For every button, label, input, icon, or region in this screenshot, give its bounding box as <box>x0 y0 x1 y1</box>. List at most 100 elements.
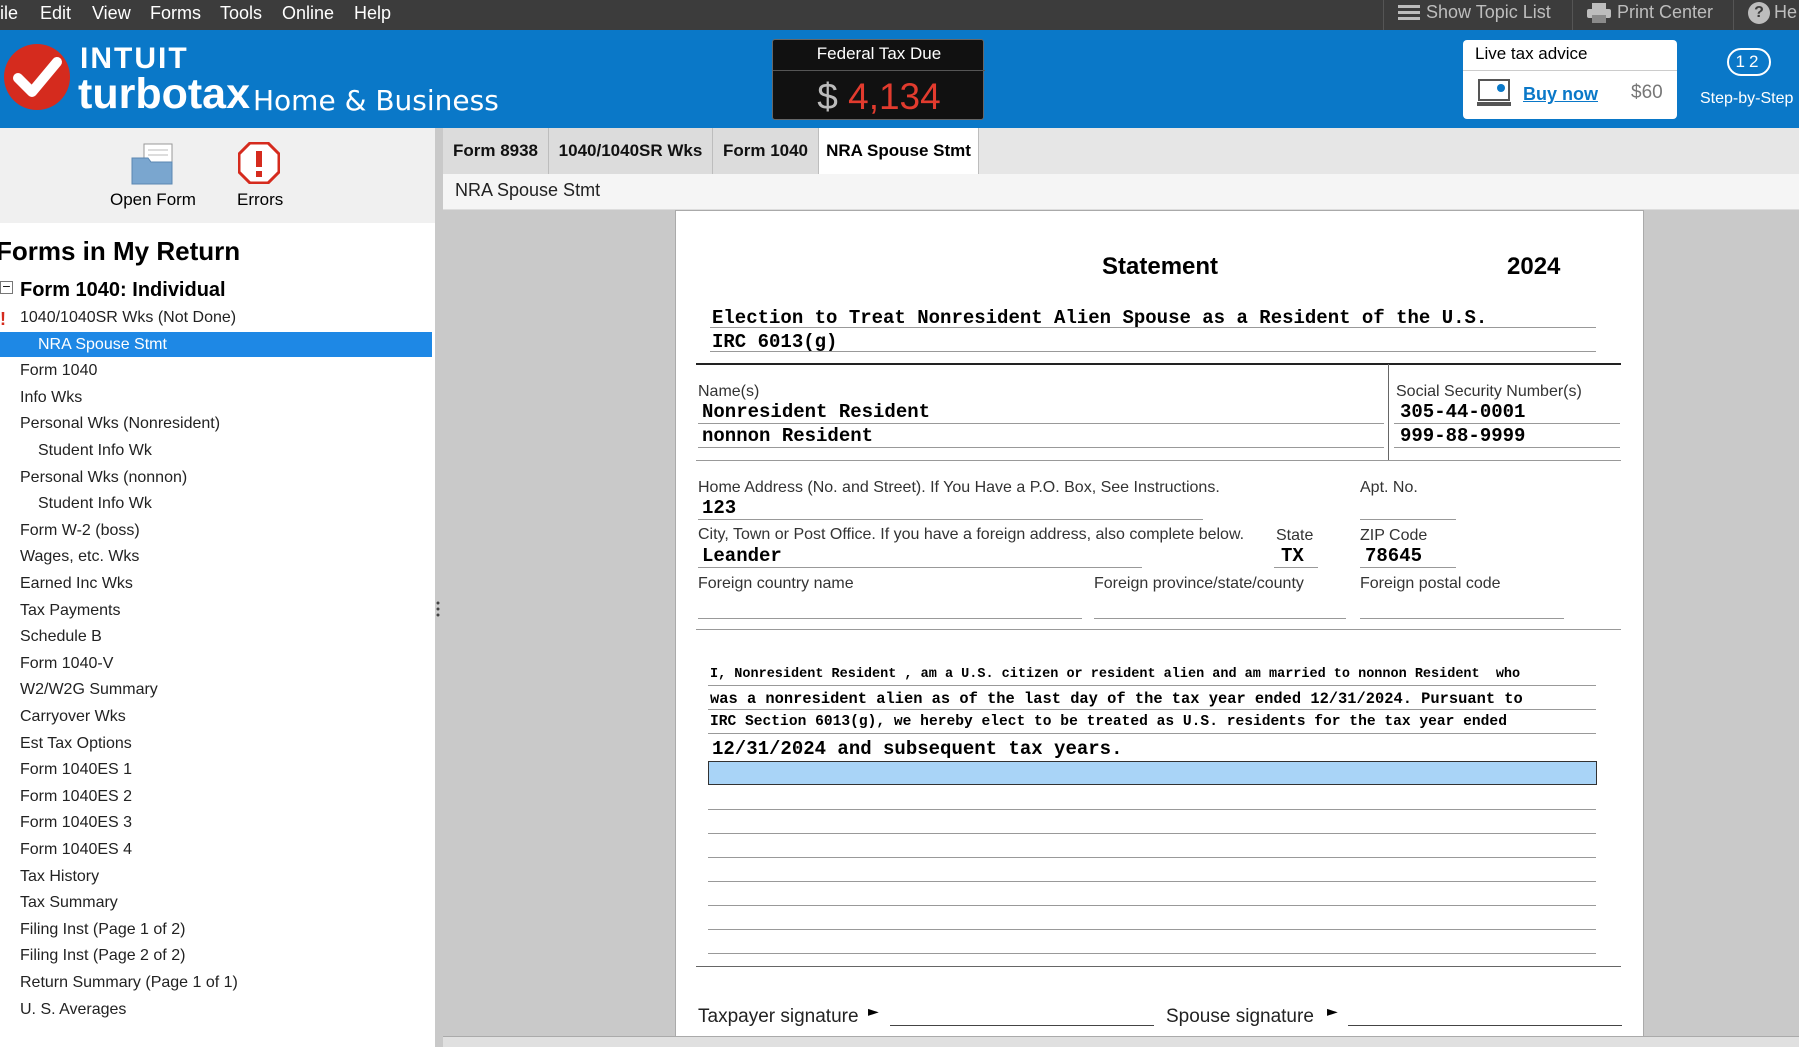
divider <box>1274 567 1318 568</box>
sidebar-item[interactable]: Student Info Wk <box>0 491 432 516</box>
sidebar-item[interactable]: Form 1040ES 1 <box>0 757 432 782</box>
sidebar-item[interactable]: Form 1040ES 4 <box>0 837 432 862</box>
sidebar-item[interactable]: Personal Wks (nonnon) <box>0 465 432 490</box>
arrow-right-icon: ► <box>868 1004 879 1020</box>
name-2-field[interactable]: nonnon Resident <box>702 425 873 447</box>
tax-year: 2024 <box>1507 253 1561 280</box>
tab-form-1040[interactable]: Form 1040 <box>713 128 819 174</box>
live-tax-advice-title: Live tax advice <box>1475 44 1588 63</box>
statement-input-line[interactable] <box>708 809 1596 810</box>
ssn-2-field[interactable]: 999-88-9999 <box>1400 425 1525 447</box>
menu-online[interactable]: Online <box>282 0 334 30</box>
irc-section: IRC 6013(g) <box>712 331 838 353</box>
show-topic-list-button[interactable]: Show Topic List <box>1383 0 1571 30</box>
collapse-toggle-icon[interactable]: − <box>0 281 13 294</box>
sidebar-item[interactable]: Wages, etc. Wks <box>0 544 432 569</box>
sidebar-item[interactable]: Form W-2 (boss) <box>0 518 432 543</box>
errors-button[interactable] <box>237 141 281 185</box>
sidebar-item-label: Form 1040ES 1 <box>20 761 133 778</box>
buy-now-link[interactable]: Buy now <box>1523 84 1598 105</box>
sidebar-item[interactable]: Personal Wks (Nonresident) <box>0 411 432 436</box>
sidebar-item[interactable]: Form 1040 <box>0 358 432 383</box>
divider <box>710 351 1596 352</box>
state-field[interactable]: TX <box>1281 545 1304 567</box>
sidebar-item[interactable]: Est Tax Options <box>0 731 432 756</box>
sidebar-item[interactable]: Form 1040-V <box>0 651 432 676</box>
zip-field[interactable]: 78645 <box>1365 545 1422 567</box>
spouse-signature-field[interactable] <box>1348 1025 1622 1026</box>
sidebar-item[interactable]: Tax Summary <box>0 890 432 915</box>
address-field[interactable]: 123 <box>702 497 736 519</box>
sidebar-item[interactable]: Carryover Wks <box>0 704 432 729</box>
forms-sidebar: Open Form Errors Forms in My Return − Fo… <box>0 128 435 1047</box>
bottom-scroll-strip <box>443 1036 1799 1047</box>
zip-label: ZIP Code <box>1360 527 1428 544</box>
sidebar-item[interactable]: Tax Payments <box>0 598 432 623</box>
sidebar-item[interactable]: Student Info Wk <box>0 438 432 463</box>
open-form-button[interactable] <box>130 142 176 186</box>
statement-input-line[interactable] <box>708 905 1596 906</box>
apt-field[interactable] <box>1360 519 1456 520</box>
menu-help[interactable]: Help <box>354 0 391 30</box>
sidebar-item[interactable]: Form 1040ES 3 <box>0 810 432 835</box>
foreign-country-field[interactable] <box>698 618 1082 619</box>
menu-tools[interactable]: Tools <box>220 0 262 30</box>
sidebar-item-label: Form 1040ES 3 <box>20 814 133 831</box>
taxpayer-signature-field[interactable] <box>890 1025 1154 1026</box>
tab-nra-spouse-stmt[interactable]: NRA Spouse Stmt <box>819 128 979 174</box>
errors-label[interactable]: Errors <box>237 190 283 210</box>
divider <box>698 447 1384 448</box>
sidebar-item-label: 1040/1040SR Wks (Not Done) <box>20 309 237 326</box>
ssn-1-field[interactable]: 305-44-0001 <box>1400 401 1525 423</box>
sidebar-item-label: Form 1040ES 4 <box>20 841 133 858</box>
help-button[interactable]: ? He <box>1733 0 1799 30</box>
tab-form-8938[interactable]: Form 8938 <box>443 128 549 174</box>
menu-view[interactable]: View <box>92 0 131 30</box>
menu-edit[interactable]: Edit <box>40 0 71 30</box>
statement-input-line[interactable] <box>708 833 1596 834</box>
divider <box>696 460 1621 461</box>
sidebar-item-label: Form 1040 <box>20 362 98 379</box>
sidebar-item[interactable]: W2/W2G Summary <box>0 677 432 702</box>
menu-file[interactable]: ile <box>0 0 18 30</box>
sidebar-item[interactable]: ! 1040/1040SR Wks (Not Done) <box>0 305 432 330</box>
sidebar-item[interactable]: NRA Spouse Stmt <box>0 332 432 357</box>
federal-tax-due-panel[interactable]: Federal Tax Due $ 4,134 <box>772 39 985 120</box>
open-form-label[interactable]: Open Form <box>110 190 196 210</box>
step-by-step-button[interactable]: Step-by-Step <box>1700 90 1793 108</box>
foreign-postal-field[interactable] <box>1360 618 1564 619</box>
sidebar-splitter[interactable] <box>435 600 441 618</box>
turbotax-brand: turbotax <box>78 70 250 118</box>
sidebar-item[interactable]: Earned Inc Wks <box>0 571 432 596</box>
statement-input-line[interactable] <box>708 953 1596 954</box>
sidebar-item[interactable]: Return Summary (Page 1 of 1) <box>0 970 432 995</box>
name-1-field[interactable]: Nonresident Resident <box>702 401 930 423</box>
printer-icon <box>1587 3 1611 24</box>
splitter-grip-icon <box>436 601 440 617</box>
foreign-province-field[interactable] <box>1094 618 1346 619</box>
tab-1040-wks[interactable]: 1040/1040SR Wks <box>549 128 713 174</box>
city-field[interactable]: Leander <box>702 545 782 567</box>
sidebar-item[interactable]: Filing Inst (Page 1 of 2) <box>0 917 432 942</box>
print-center-button[interactable]: Print Center <box>1572 0 1732 30</box>
step-by-step-icon[interactable]: 12 <box>1727 48 1771 76</box>
sidebar-item[interactable]: Form 1040ES 2 <box>0 784 432 809</box>
sidebar-item[interactable]: U. S. Averages <box>0 997 432 1022</box>
sidebar-item-label: Student Info Wk <box>38 442 152 459</box>
edition-name: Home & Business <box>253 84 499 117</box>
statement-input-line[interactable] <box>708 929 1596 930</box>
statement-input-line[interactable] <box>708 857 1596 858</box>
menu-forms[interactable]: Forms <box>150 0 201 30</box>
divider <box>696 629 1621 630</box>
form-group-1040[interactable]: Form 1040: Individual <box>20 279 226 302</box>
sidebar-item[interactable]: Schedule B <box>0 624 432 649</box>
sidebar-item[interactable]: Info Wks <box>0 385 432 410</box>
sidebar-item[interactable]: Tax History <box>0 864 432 889</box>
foreign-postal-label: Foreign postal code <box>1360 575 1501 592</box>
statement-input-line-active[interactable] <box>708 761 1597 785</box>
statement-input-line[interactable] <box>708 881 1596 882</box>
sidebar-item[interactable]: Filing Inst (Page 2 of 2) <box>0 943 432 968</box>
help-icon: ? <box>1748 2 1770 25</box>
sidebar-item-label: Filing Inst (Page 2 of 2) <box>20 947 186 964</box>
sidebar-item-label: Form 1040-V <box>20 655 114 672</box>
